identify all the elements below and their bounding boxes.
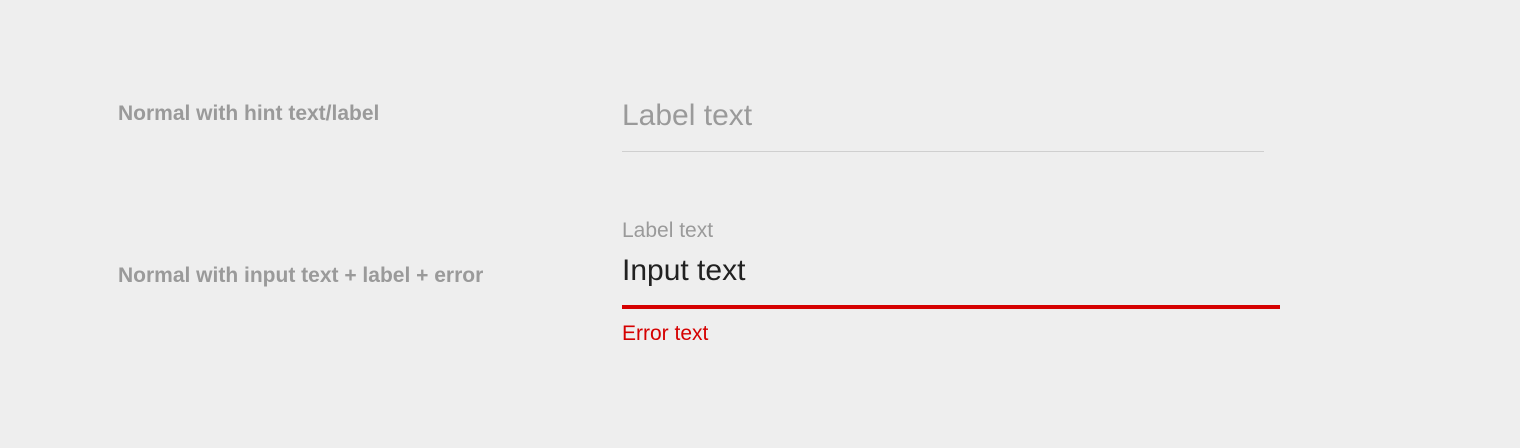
- field-underline: [622, 151, 1264, 152]
- floating-label: Label text: [622, 219, 714, 242]
- text-field-hint[interactable]: Label text: [622, 98, 1264, 152]
- error-underline: [622, 305, 1280, 309]
- text-field-error[interactable]: Label text Input text Error text: [622, 218, 1280, 347]
- error-text: Error text: [622, 322, 709, 345]
- row-description-error: Normal with input text + label + error: [118, 264, 484, 287]
- row-description-hint: Normal with hint text/label: [118, 102, 380, 125]
- input-value[interactable]: Input text: [622, 253, 1280, 289]
- hint-text: Label text: [622, 99, 753, 132]
